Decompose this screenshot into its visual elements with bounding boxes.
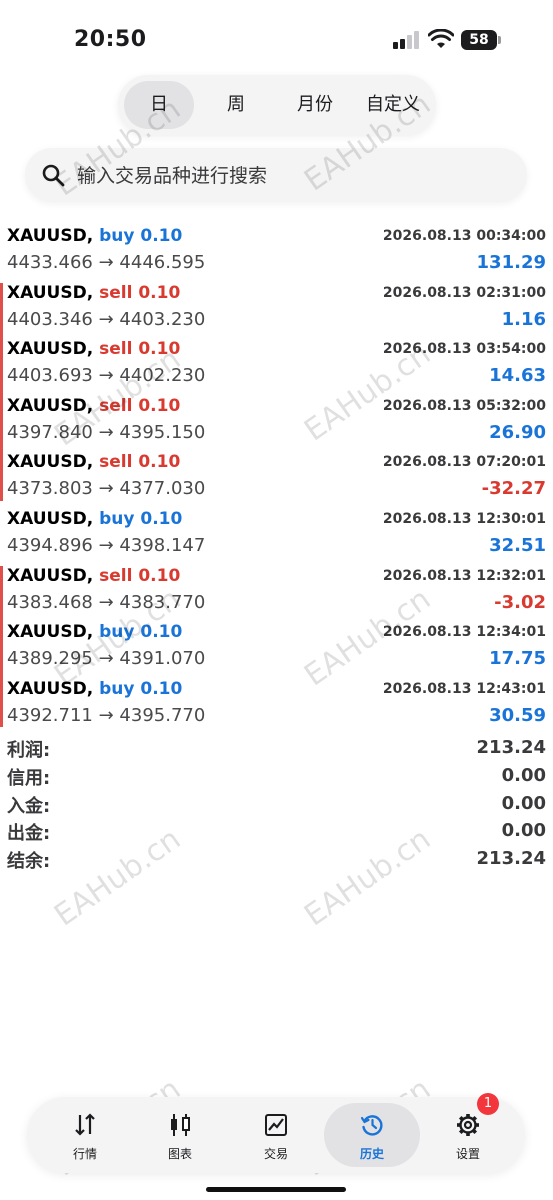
deal-side: sell 0.10 — [99, 452, 181, 473]
summary-withdrawal: 出金: 0.00 — [0, 818, 553, 846]
deal-row[interactable]: XAUUSD, sell 0.10 2026.08.13 02:31:00 44… — [0, 279, 553, 339]
battery-level: 58 — [461, 30, 497, 50]
deal-symbol: XAUUSD, — [7, 452, 94, 473]
trade-chart-icon — [265, 1114, 287, 1136]
deal-prices: 4373.803 → 4377.030 — [7, 478, 206, 500]
deal-profit: 30.59 — [489, 704, 546, 726]
deal-row[interactable]: XAUUSD, sell 0.10 2026.08.13 07:20:01 43… — [0, 448, 553, 505]
deal-profit: 131.29 — [476, 252, 546, 273]
deal-prices: 4403.346 → 4403.230 — [7, 308, 206, 330]
nav-label: 历史 — [359, 1147, 384, 1161]
nav-quotes[interactable]: 行情 — [37, 1103, 133, 1167]
nav-trade[interactable]: 交易 — [228, 1103, 324, 1167]
quotes-arrows-icon — [75, 1113, 95, 1136]
deal-row[interactable]: XAUUSD, buy 0.10 2026.08.13 12:43:01 439… — [0, 675, 553, 732]
search-input[interactable] — [75, 158, 509, 194]
deal-side: buy 0.10 — [99, 226, 183, 246]
deal-time: 2026.08.13 12:32:01 — [382, 567, 546, 584]
nav-history[interactable]: 历史 — [324, 1103, 420, 1167]
deal-side: buy 0.10 — [99, 678, 183, 699]
deal-prices: 4394.896 → 4398.147 — [7, 534, 206, 556]
tab-week[interactable]: 周 — [200, 81, 272, 129]
summary-value: 0.00 — [501, 820, 546, 842]
deal-prices: 4392.711 → 4395.770 — [7, 704, 206, 726]
deal-profit: 26.90 — [489, 421, 546, 443]
summary-balance: 结余: 213.24 — [0, 846, 553, 874]
deal-profit: 14.63 — [489, 365, 546, 387]
summary-deposit: 入金: 0.00 — [0, 791, 553, 819]
status-bar: 20:50 58 — [0, 0, 553, 80]
summary-credit: 信用: 0.00 — [0, 763, 553, 791]
deal-time: 2026.08.13 02:31:00 — [382, 284, 546, 301]
cellular-signal-icon — [393, 31, 419, 49]
status-time: 20:50 — [74, 27, 147, 52]
settings-notification-badge: 1 — [477, 1093, 499, 1115]
nav-label: 图表 — [167, 1147, 192, 1161]
wifi-icon — [428, 29, 454, 48]
deal-side: sell 0.10 — [99, 282, 181, 303]
deal-prices: 4433.466 → 4446.595 — [7, 252, 206, 273]
deal-row[interactable]: XAUUSD, sell 0.10 2026.08.13 03:54:00 44… — [0, 335, 553, 396]
nav-label: 交易 — [263, 1147, 288, 1161]
deal-time: 2026.08.13 05:32:00 — [382, 397, 546, 414]
summary-value: 213.24 — [476, 737, 546, 758]
deal-row[interactable]: XAUUSD, sell 0.10 2026.08.13 12:32:01 43… — [0, 562, 553, 622]
summary-label: 结余: — [7, 851, 51, 873]
deal-time: 2026.08.13 00:34:00 — [382, 228, 546, 244]
deal-row[interactable]: XAUUSD, buy 0.10 2026.08.13 00:34:00 443… — [0, 222, 553, 279]
deal-symbol: XAUUSD, — [7, 622, 94, 643]
deal-profit: -3.02 — [494, 591, 546, 613]
tab-month[interactable]: 月份 — [278, 81, 352, 129]
summary-label: 信用: — [7, 767, 51, 789]
nav-label: 设置 — [455, 1147, 480, 1161]
deal-symbol: XAUUSD, — [7, 339, 94, 360]
deal-profit: 17.75 — [489, 648, 546, 670]
deal-symbol: XAUUSD, — [7, 282, 94, 303]
nav-label: 行情 — [72, 1147, 97, 1161]
history-clock-icon — [360, 1115, 383, 1136]
deal-row[interactable]: XAUUSD, buy 0.10 2026.08.13 12:30:01 439… — [0, 505, 553, 562]
summary-value: 0.00 — [501, 792, 546, 814]
deal-symbol: XAUUSD, — [7, 226, 94, 246]
summary-label: 利润: — [7, 740, 51, 761]
deal-time: 2026.08.13 12:43:01 — [382, 680, 546, 697]
battery-icon: 58 — [461, 30, 503, 50]
summary-value: 0.00 — [501, 764, 546, 786]
nav-charts[interactable]: 图表 — [132, 1103, 228, 1167]
summary-label: 入金: — [7, 795, 51, 817]
deal-symbol: XAUUSD, — [7, 508, 94, 529]
deal-time: 2026.08.13 07:20:01 — [382, 454, 546, 471]
deal-side: buy 0.10 — [99, 508, 183, 529]
summary-block: 利润: 213.24 信用: 0.00 入金: 0.00 出金: 0.00 结余… — [0, 735, 553, 874]
deal-profit: 1.16 — [501, 308, 546, 330]
summary-label: 出金: — [7, 823, 51, 845]
gear-icon — [457, 1114, 479, 1136]
summary-profit: 利润: 213.24 — [0, 735, 553, 763]
summary-value: 213.24 — [476, 848, 546, 870]
deal-profit: 32.51 — [489, 534, 546, 556]
deal-profit: -32.27 — [481, 478, 546, 500]
candlestick-chart-icon — [171, 1114, 190, 1136]
deal-symbol: XAUUSD, — [7, 565, 94, 586]
deal-time: 2026.08.13 12:30:01 — [382, 510, 546, 527]
home-indicator — [206, 1187, 346, 1192]
bottom-nav: 行情 图表 交易 历史 设置 1 — [27, 1093, 525, 1173]
nav-settings[interactable]: 设置 — [420, 1103, 516, 1167]
